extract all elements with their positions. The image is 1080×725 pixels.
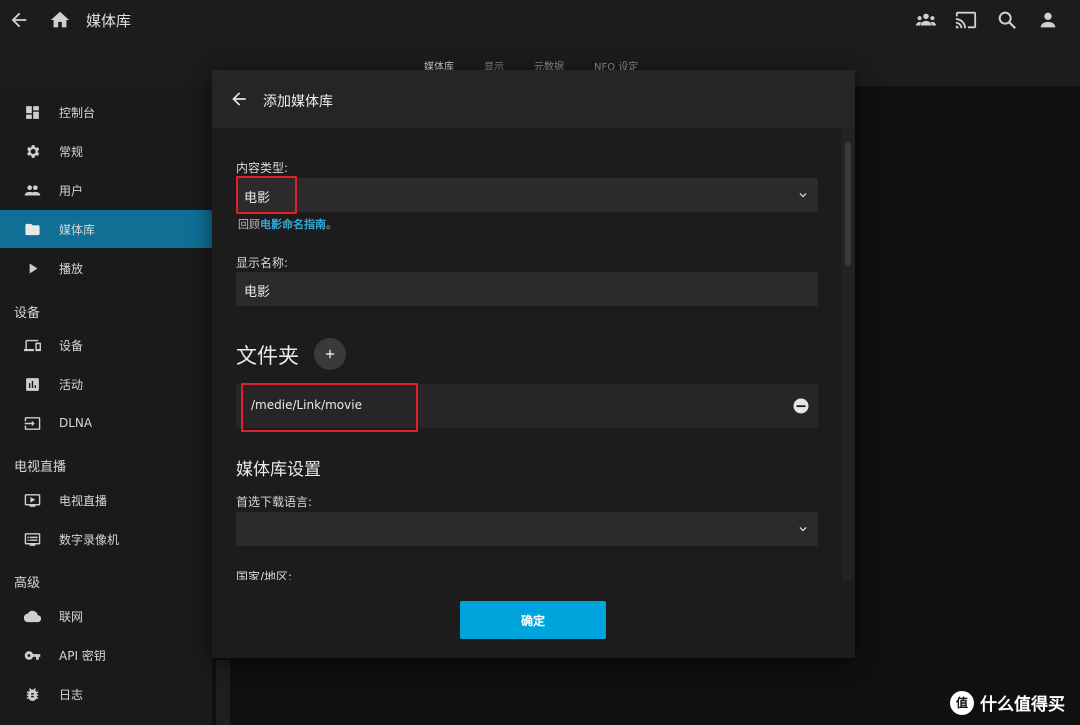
dashboard-icon xyxy=(26,105,39,119)
home-icon[interactable] xyxy=(49,9,71,31)
watermark-logo: 值 xyxy=(950,690,974,715)
sidebar-item-label: 电视直播 xyxy=(59,493,108,508)
top-app-bar: 媒体库 xyxy=(0,0,1080,40)
folders-heading: 文件夹 xyxy=(236,344,299,368)
highlight-box-folder-path xyxy=(241,383,418,432)
dvr-icon xyxy=(24,532,41,546)
sidebar-item-label: 活动 xyxy=(59,377,84,392)
sidebar-item-label: 播放 xyxy=(59,261,84,276)
naming-guide-hint: 回顾电影命名指南。 xyxy=(238,216,337,232)
sidebar-item-label: 用户 xyxy=(59,183,84,198)
live-tv-icon xyxy=(24,493,41,507)
watermark: 值 什么值得买 xyxy=(950,690,1065,715)
back-arrow-icon[interactable] xyxy=(8,9,30,31)
hint-suffix: 。 xyxy=(326,218,337,231)
sidebar-item-libraries[interactable]: 媒体库 xyxy=(0,210,212,248)
bug-icon xyxy=(26,687,39,701)
cast-icon[interactable] xyxy=(955,9,977,31)
sidebar-item-label: 媒体库 xyxy=(59,222,96,237)
sidebar-nav: 控制台 常规 用户 媒体库 播放 设备 设备 活动 DLNA 电视直播 电视直播… xyxy=(0,86,212,725)
add-folder-button[interactable] xyxy=(314,338,346,370)
movie-naming-guide-link[interactable]: 电影命名指南 xyxy=(260,218,326,231)
cloud-icon xyxy=(24,610,41,622)
sidebar-item-dlna[interactable]: DLNA xyxy=(0,404,212,442)
sidebar-section-advanced: 高级 xyxy=(14,576,41,591)
page-title: 媒体库 xyxy=(86,12,132,30)
remove-folder-icon[interactable] xyxy=(792,397,810,415)
preferred-language-select[interactable] xyxy=(236,512,818,546)
hint-prefix: 回顾 xyxy=(238,218,260,231)
activity-icon xyxy=(26,377,39,391)
folder-icon xyxy=(25,223,40,235)
sidebar-item-label: API 密钥 xyxy=(59,648,106,663)
display-name-label: 显示名称: xyxy=(236,256,289,270)
sidebar-item-label: 设备 xyxy=(59,338,84,353)
library-settings-heading: 媒体库设置 xyxy=(236,460,321,480)
preferred-language-label: 首选下载语言: xyxy=(236,495,313,509)
sidebar-item-general[interactable]: 常规 xyxy=(0,132,212,170)
search-icon[interactable] xyxy=(996,9,1018,31)
add-library-dialog: 添加媒体库 内容类型: 电影 回顾电影命名指南。 显示名称: 电影 文件夹 /m… xyxy=(212,70,855,658)
devices-icon xyxy=(24,339,41,351)
gear-icon xyxy=(27,144,40,158)
sidebar-item-dvr[interactable]: 数字录像机 xyxy=(0,520,212,558)
sidebar-scrollbar[interactable] xyxy=(216,660,230,725)
user-account-icon[interactable] xyxy=(1037,9,1059,31)
dialog-body: 内容类型: 电影 回顾电影命名指南。 显示名称: 电影 文件夹 /medie/L… xyxy=(212,128,855,580)
sidebar-item-label: 常规 xyxy=(59,144,84,159)
sidebar-item-label: 数字录像机 xyxy=(59,532,120,547)
sidebar-item-label: 日志 xyxy=(59,687,84,702)
dialog-back-arrow-icon[interactable] xyxy=(229,89,249,109)
chevron-down-icon xyxy=(799,527,807,532)
content-type-select[interactable]: 电影 xyxy=(236,178,818,212)
dialog-scrollbar[interactable] xyxy=(842,128,854,580)
country-label: 国家/地区: xyxy=(236,570,293,580)
sidebar-item-networking[interactable]: 联网 xyxy=(0,597,212,635)
sidebar-item-devices[interactable]: 设备 xyxy=(0,326,212,364)
dialog-title: 添加媒体库 xyxy=(263,94,333,110)
sidebar-item-logs[interactable]: 日志 xyxy=(0,675,212,713)
dlna-icon xyxy=(24,416,41,430)
display-name-input[interactable]: 电影 xyxy=(236,272,818,306)
sidebar-item-dashboard[interactable]: 控制台 xyxy=(0,93,212,131)
plus-icon xyxy=(325,349,335,359)
sidebar-section-devices: 设备 xyxy=(14,306,41,321)
scrollbar-thumb[interactable] xyxy=(845,142,851,266)
highlight-box-content-type xyxy=(236,176,297,214)
sidebar-section-live-tv: 电视直播 xyxy=(14,460,67,475)
users-icon xyxy=(24,184,41,195)
sidebar-item-playback[interactable]: 播放 xyxy=(0,249,212,287)
key-icon xyxy=(24,650,41,660)
sidebar-item-api-keys[interactable]: API 密钥 xyxy=(0,636,212,674)
sidebar-item-label: 联网 xyxy=(59,609,84,624)
dialog-header: 添加媒体库 xyxy=(212,70,855,128)
ok-button[interactable]: 确定 xyxy=(460,601,606,639)
display-name-value: 电影 xyxy=(244,285,271,300)
watermark-text: 什么值得买 xyxy=(980,695,1065,715)
sidebar-item-activity[interactable]: 活动 xyxy=(0,365,212,403)
sync-play-group-icon[interactable] xyxy=(915,9,937,31)
sidebar-item-label: DLNA xyxy=(59,416,93,430)
content-type-label: 内容类型: xyxy=(236,161,289,175)
play-icon xyxy=(29,263,38,273)
sidebar-item-users[interactable]: 用户 xyxy=(0,171,212,209)
sidebar-item-label: 控制台 xyxy=(59,105,96,120)
chevron-down-icon xyxy=(799,193,807,198)
sidebar-item-live-tv[interactable]: 电视直播 xyxy=(0,481,212,519)
